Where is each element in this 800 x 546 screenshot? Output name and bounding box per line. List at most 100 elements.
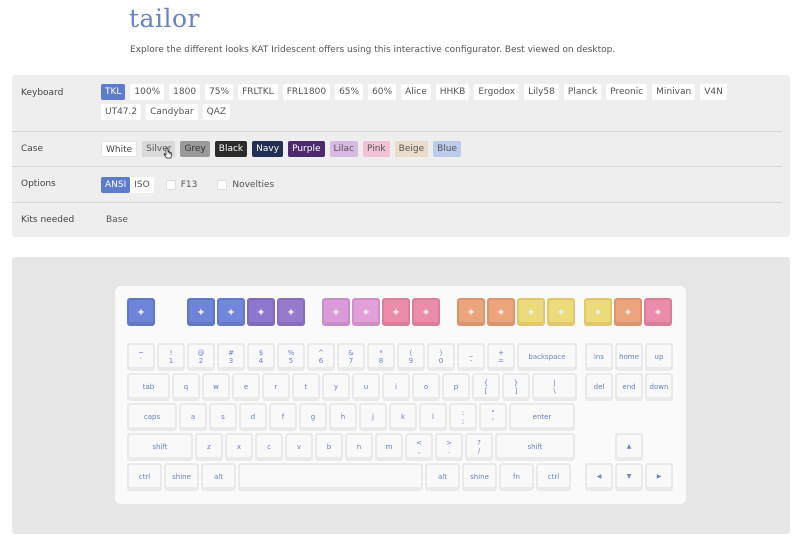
key-key[interactable]: }] [502, 373, 530, 401]
key-backspace[interactable]: backspace [517, 343, 577, 371]
key-t[interactable]: t [292, 373, 320, 401]
keyboard-option-candybar[interactable]: Candybar [146, 104, 198, 120]
key-0[interactable]: ) 0 [427, 343, 455, 371]
key-arrow-right[interactable]: ▶ [645, 463, 673, 491]
case-option-white[interactable]: White [101, 141, 138, 157]
function-key[interactable]: ✦ [487, 298, 515, 326]
keyboard-option-qaz[interactable]: QAZ [202, 104, 231, 120]
key-key[interactable]: :; [449, 403, 477, 431]
key-j[interactable]: j [359, 403, 387, 431]
case-option-purple[interactable]: Purple [288, 141, 325, 157]
key-i[interactable]: i [382, 373, 410, 401]
key-arrow-up[interactable]: ▲ [615, 433, 643, 461]
checkbox[interactable] [165, 180, 176, 190]
key-ins[interactable]: ins [585, 343, 613, 371]
key-2[interactable]: @2 [187, 343, 215, 371]
function-key[interactable]: ✦ [352, 298, 380, 326]
key-key[interactable]: ~ ` [127, 343, 155, 371]
checkbox[interactable] [217, 180, 228, 190]
key-fn[interactable]: fn [499, 463, 534, 491]
keyboard-option-100[interactable]: 100% [130, 84, 165, 100]
function-key[interactable]: ✦ [217, 298, 245, 326]
key-3[interactable]: #3 [217, 343, 245, 371]
keyboard-option-lily58[interactable]: Lily58 [524, 84, 559, 100]
key-key[interactable]: {[ [472, 373, 500, 401]
keyboard-option-planck[interactable]: Planck [563, 84, 602, 100]
key-y[interactable]: y [322, 373, 350, 401]
key-key[interactable]: <, [405, 433, 433, 461]
case-option-lilac[interactable]: Lilac [329, 141, 358, 157]
function-key[interactable]: ✦ [127, 298, 155, 326]
layout-option-iso[interactable]: ISO [130, 177, 154, 193]
key-b[interactable]: b [315, 433, 343, 461]
keyboard-option-minivan[interactable]: Minivan [652, 84, 696, 100]
key-z[interactable]: z [195, 433, 223, 461]
key-c[interactable]: c [255, 433, 283, 461]
key-key[interactable]: >. [435, 433, 463, 461]
key-p[interactable]: p [442, 373, 470, 401]
keyboard-option-65[interactable]: 65% [335, 84, 364, 100]
key-u[interactable]: u [352, 373, 380, 401]
key-7[interactable]: & 7 [337, 343, 365, 371]
key-d[interactable]: d [239, 403, 267, 431]
function-key[interactable]: ✦ [277, 298, 305, 326]
case-option-navy[interactable]: Navy [252, 141, 284, 157]
key-del[interactable]: del [585, 373, 613, 401]
key-enter[interactable]: enter [509, 403, 575, 431]
key-end[interactable]: end [615, 373, 643, 401]
key-key[interactable]: " ' [479, 403, 507, 431]
function-key[interactable]: ✦ [412, 298, 440, 326]
key-x[interactable]: x [225, 433, 253, 461]
key-down[interactable]: down [645, 373, 673, 401]
case-option-pink[interactable]: Pink [362, 141, 390, 157]
key-arrow-down[interactable]: ▼ [615, 463, 643, 491]
key-up[interactable]: up [645, 343, 673, 371]
key-home[interactable]: home [615, 343, 643, 371]
key-shift[interactable]: shift [495, 433, 575, 461]
keyboard-option-preonic[interactable]: Preonic [606, 84, 648, 100]
key-n[interactable]: n [345, 433, 373, 461]
key-ctrl[interactable]: ctrl [536, 463, 571, 491]
key-a[interactable]: a [179, 403, 207, 431]
key-key[interactable]: | \ [532, 373, 577, 401]
key-9[interactable]: (9 [397, 343, 425, 371]
function-key[interactable]: ✦ [517, 298, 545, 326]
function-key[interactable]: ✦ [187, 298, 215, 326]
key-arrow-left[interactable]: ◀ [585, 463, 613, 491]
function-key[interactable]: ✦ [644, 298, 672, 326]
function-key[interactable]: ✦ [584, 298, 612, 326]
function-key[interactable]: ✦ [382, 298, 410, 326]
keyboard-option-v4n[interactable]: V4N [700, 84, 727, 100]
key-4[interactable]: $4 [247, 343, 275, 371]
function-key[interactable]: ✦ [322, 298, 350, 326]
key-shift[interactable]: shift [127, 433, 193, 461]
case-option-grey[interactable]: Grey [180, 141, 210, 157]
novelties-toggle[interactable]: Novelties [217, 177, 274, 193]
key-f[interactable]: f [269, 403, 297, 431]
key-shine[interactable]: shine [462, 463, 497, 491]
keyboard-option-alice[interactable]: Alice [401, 84, 431, 100]
keyboard-option-hhkb[interactable]: HHKB [435, 84, 470, 100]
layout-option-ansi[interactable]: ANSI [101, 177, 131, 193]
key-k[interactable]: k [389, 403, 417, 431]
function-key[interactable]: ✦ [457, 298, 485, 326]
keyboard-option-ut47-2[interactable]: UT47.2 [101, 104, 142, 120]
f13-toggle[interactable]: F13 [165, 177, 197, 193]
case-option-beige[interactable]: Beige [394, 141, 429, 157]
key-key[interactable]: _ - [457, 343, 485, 371]
function-key[interactable]: ✦ [247, 298, 275, 326]
key-6[interactable]: ^ 6 [307, 343, 335, 371]
function-key[interactable]: ✦ [547, 298, 575, 326]
key-s[interactable]: s [209, 403, 237, 431]
keyboard-option-tkl[interactable]: TKL [101, 84, 126, 100]
key-shine[interactable]: shine [164, 463, 199, 491]
function-key[interactable]: ✦ [614, 298, 642, 326]
case-option-black[interactable]: Black [214, 141, 248, 157]
key-caps[interactable]: caps [127, 403, 177, 431]
key-space[interactable] [238, 463, 423, 491]
key-h[interactable]: h [329, 403, 357, 431]
keyboard-option-ergodox[interactable]: Ergodox [474, 84, 520, 100]
key-key[interactable]: ? / [465, 433, 493, 461]
key-alt[interactable]: alt [425, 463, 460, 491]
key-l[interactable]: l [419, 403, 447, 431]
